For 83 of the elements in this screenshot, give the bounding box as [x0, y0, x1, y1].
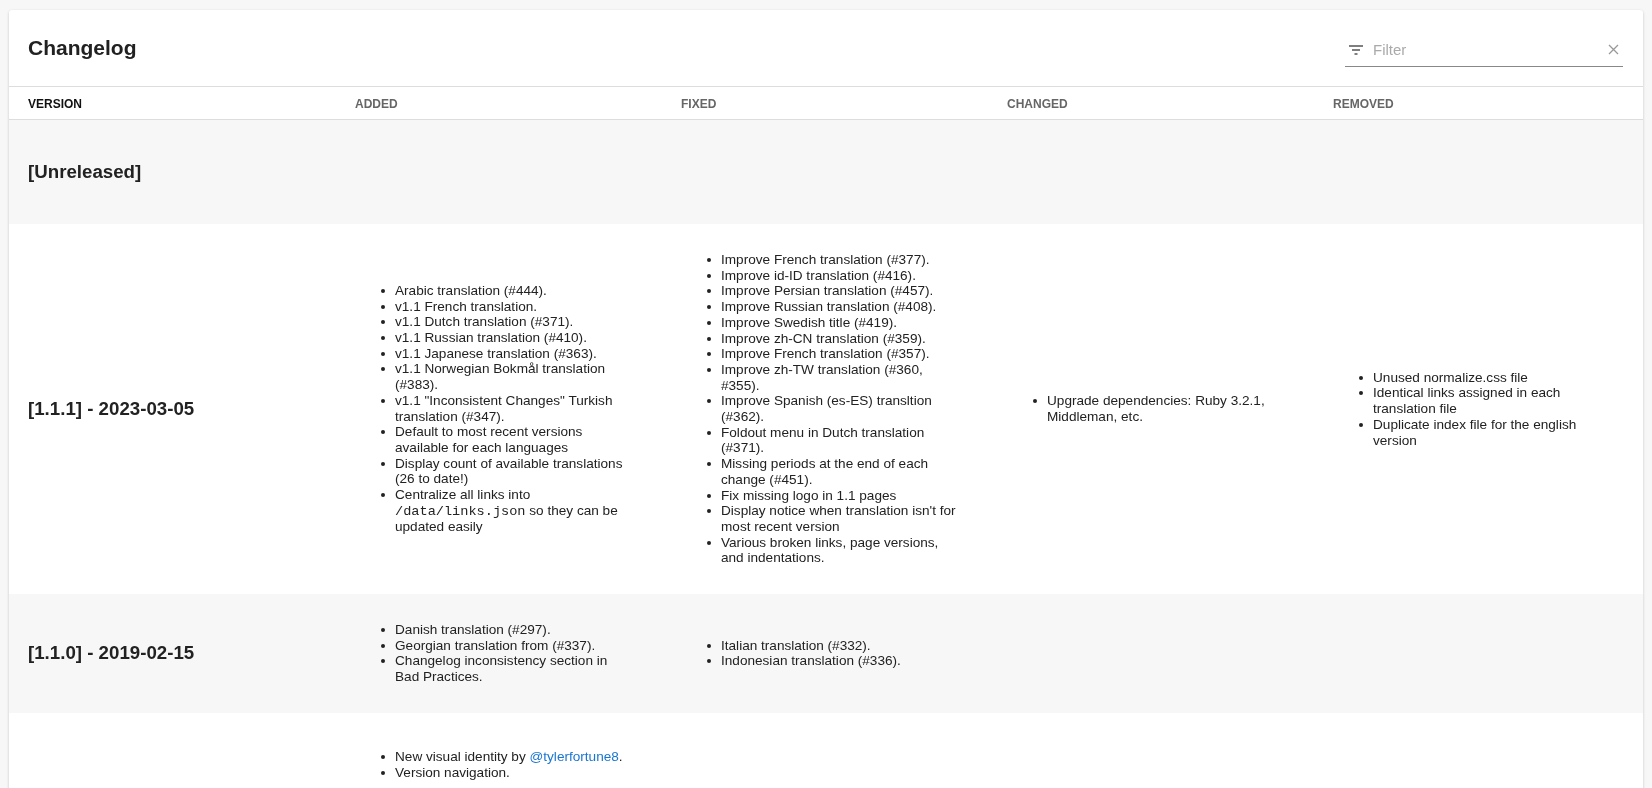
column-header[interactable]: REMOVED — [1333, 97, 1394, 111]
change-item: Centralize all links into /data/links.json so they can be updated easily — [395, 487, 619, 536]
change-item: Improve Spanish (es-ES) transltion (#362). — [721, 393, 933, 425]
change-item: v1.1 "Inconsistent Changes" Turkish translation (#347). — [395, 392, 614, 425]
change-item: Fix missing logo in 1.1 pages — [721, 487, 897, 504]
change-item: Italian translation (#332). — [721, 637, 871, 654]
bullet-icon — [707, 493, 711, 498]
change-item: Indonesian translation (#336). — [721, 653, 901, 670]
column-header[interactable]: ADDED — [355, 97, 398, 111]
bullet-icon — [381, 770, 385, 775]
change-item: Arabic translation (#444). — [395, 282, 547, 299]
bullet-icon — [707, 336, 711, 341]
bullet-icon — [381, 659, 385, 664]
bullet-icon — [707, 258, 711, 262]
change-item: Improve zh-TW translation (#360, #355). — [721, 361, 924, 394]
column-header[interactable]: FIXED — [681, 97, 717, 111]
bullet-icon — [707, 289, 711, 294]
filter-icon — [1349, 44, 1363, 55]
clear-icon[interactable] — [1608, 44, 1619, 55]
bullet-icon — [381, 336, 385, 340]
bullet-icon — [707, 399, 711, 404]
filter-field[interactable]: Filter — [1373, 41, 1598, 58]
change-item: Display count of available translations (26 to date!) — [395, 455, 624, 488]
bullet-icon — [381, 461, 385, 466]
change-item: Improve zh-CN translation (#359). — [721, 330, 926, 347]
change-item: Danish translation (#297). — [395, 622, 551, 638]
change-item: Default to most recent versions available for each languages — [395, 424, 584, 456]
bullet-icon — [707, 643, 711, 648]
bullet-icon — [707, 659, 711, 664]
bullet-icon — [707, 305, 711, 310]
bullet-icon — [381, 351, 385, 356]
bullet-icon — [381, 643, 385, 648]
bullet-icon — [381, 628, 385, 633]
change-item: v1.1 Japanese translation (#363). — [395, 345, 597, 362]
change-item: v1.1 Norwegian Bokmål translation (#383). — [395, 361, 607, 393]
bullet-icon — [381, 755, 385, 760]
column-header[interactable]: CHANGED — [1007, 97, 1068, 111]
bullet-icon — [707, 540, 711, 545]
change-item: Duplicate index file for the english version — [1373, 416, 1578, 449]
change-item: Display notice when translation isn't for most recent version — [721, 503, 957, 535]
bullet-icon — [381, 367, 385, 372]
version-heading: [Unreleased] — [28, 161, 142, 183]
change-item: Georgian translation from (#337). — [395, 637, 596, 654]
change-item: Identical links assigned in each translation file — [1373, 385, 1562, 417]
change-item: Upgrade dependencies: Ruby 3.2.1, Middleman, etc. — [1047, 393, 1266, 425]
bullet-icon — [381, 430, 385, 435]
bullet-icon — [707, 320, 711, 325]
bullet-icon — [707, 430, 711, 435]
bullet-icon — [381, 493, 385, 498]
bullet-icon — [707, 367, 711, 372]
bullet-icon — [707, 273, 711, 278]
change-item: Missing periods at the end of each change (#451). — [721, 456, 930, 488]
version-heading: [1.1.0] - 2019-02-15 — [28, 642, 195, 665]
change-item: Changelog inconsistency section in Bad Practices. — [395, 653, 609, 685]
change-item: Unused normalize.css file — [1373, 369, 1528, 386]
change-item: v1.1 Dutch translation (#371). — [395, 314, 574, 330]
bullet-icon — [1033, 399, 1037, 404]
change-item: Improve Swedish title (#419). — [721, 314, 898, 331]
bullet-icon — [381, 304, 385, 309]
bullet-icon — [381, 320, 385, 325]
change-item: v1.1 Russian translation (#410). — [395, 330, 587, 346]
bullet-icon — [381, 288, 385, 293]
column-header[interactable]: VERSION — [28, 97, 82, 111]
page-title: Changelog — [28, 36, 137, 60]
change-item: Foldout menu in Dutch translation (#371). — [721, 424, 926, 457]
change-item: Improve Russian translation (#408). — [721, 299, 937, 315]
change-item: v1.1 French translation. — [395, 298, 538, 315]
bullet-icon — [1359, 391, 1363, 396]
change-item: Improve French translation (#357). — [721, 346, 930, 362]
change-item: Version navigation. — [395, 764, 510, 781]
change-item: Various broken links, page versions, and indentations. — [721, 534, 940, 567]
bullet-icon — [707, 509, 711, 514]
bullet-icon — [1359, 375, 1363, 380]
bullet-icon — [381, 398, 385, 403]
change-item: Improve French translation (#377). — [721, 252, 930, 268]
change-item: Improve id-ID translation (#416). — [721, 267, 916, 284]
bullet-icon — [707, 352, 711, 357]
version-heading: [1.1.1] - 2023-03-05 — [28, 398, 195, 421]
change-item: New visual identity by @tylerfortune8. — [395, 749, 623, 765]
change-item: Improve Persian translation (#457). — [721, 283, 934, 300]
user-link[interactable]: @tylerfortune8 — [529, 749, 619, 765]
bullet-icon — [707, 462, 711, 467]
bullet-icon — [1359, 422, 1363, 427]
